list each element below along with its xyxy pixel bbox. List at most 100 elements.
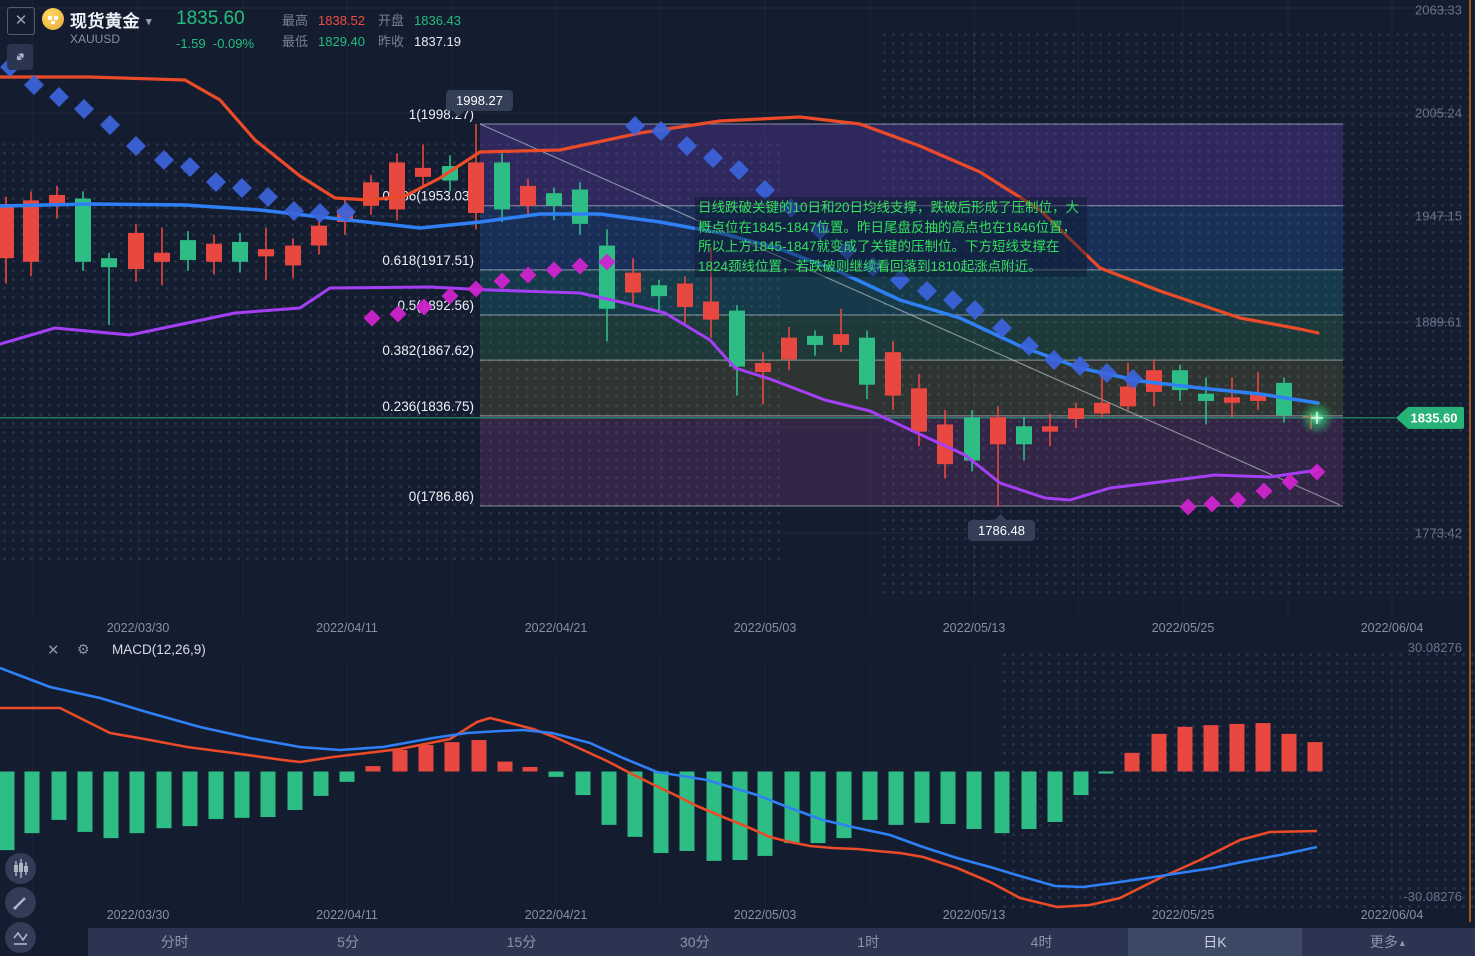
- sar-diamond-magenta: [363, 309, 381, 327]
- macd-histogram-bar: [732, 771, 748, 861]
- candle: [258, 249, 274, 257]
- sar-diamond-blue: [74, 99, 94, 119]
- fib-band: [480, 315, 1343, 361]
- gold-coin-icon: [42, 8, 64, 30]
- chevron-up-icon: ▲: [1397, 938, 1407, 948]
- macd-histogram-bar: [1098, 771, 1114, 774]
- macd-histogram-bar: [208, 771, 224, 820]
- y-axis-label: 1889.61: [1415, 315, 1462, 330]
- macd-histogram-bar: [836, 771, 852, 839]
- macd-settings-button[interactable]: ⚙: [77, 641, 90, 658]
- tab-timeframe-more[interactable]: 更多▲: [1302, 928, 1475, 956]
- y-axis-label: 2063.33: [1415, 3, 1462, 18]
- tab-timeframe-5m[interactable]: 5分: [261, 928, 434, 956]
- macd-histogram-bar: [497, 761, 513, 772]
- macd-histogram-bar: [679, 771, 695, 851]
- x-axis-label: 2022/05/25: [1152, 908, 1215, 922]
- candle: [206, 243, 222, 262]
- sar-diamond-blue: [206, 172, 226, 192]
- x-axis-label: 2022/06/04: [1361, 621, 1424, 635]
- candle: [807, 335, 823, 345]
- candle: [232, 241, 248, 262]
- candle: [1094, 402, 1110, 414]
- macd-histogram-bar: [1203, 725, 1219, 772]
- x-axis-label: 2022/05/25: [1152, 621, 1215, 635]
- candle: [363, 182, 379, 206]
- macd-histogram-bar: [24, 771, 40, 834]
- tab-timeframe-fenshi[interactable]: 分时: [88, 928, 261, 956]
- low-point-label: 1786.48: [968, 514, 1035, 541]
- chevron-down-icon: ▾: [146, 16, 153, 28]
- draw-tool-button[interactable]: [5, 887, 36, 918]
- fib-band: [480, 124, 1343, 206]
- tab-timeframe-30m[interactable]: 30分: [608, 928, 781, 956]
- candle: [154, 252, 170, 262]
- macd-histogram-bar: [940, 771, 956, 825]
- trading-app: { "icons": {"close":"✕","caret_down":"▾"…: [0, 0, 1475, 956]
- fib-level-label: 0.5(1892.56): [397, 298, 474, 313]
- x-axis-label: 2022/06/04: [1361, 908, 1424, 922]
- chart-type-button[interactable]: [5, 853, 36, 884]
- macd-histogram-bar: [548, 771, 564, 777]
- sar-diamond-blue: [258, 187, 278, 207]
- indicator-button[interactable]: [5, 922, 36, 953]
- macd-histogram-bar: [1073, 771, 1089, 796]
- tab-timeframe-1h[interactable]: 1时: [782, 928, 955, 956]
- macd-histogram-bar: [966, 771, 982, 830]
- macd-histogram-bar: [103, 771, 119, 839]
- candle: [546, 193, 562, 206]
- candle: [389, 162, 405, 210]
- macd-histogram-bar: [365, 766, 381, 772]
- symbol-title-dropdown[interactable]: 现货黄金 ▾: [70, 7, 152, 32]
- macd-histogram-bar: [234, 771, 250, 818]
- price-badge-label: 1835.60: [1411, 410, 1458, 425]
- high-point-label: 1998.27: [446, 90, 513, 117]
- x-axis-label: 2022/04/11: [316, 621, 378, 635]
- macd-histogram-bar: [575, 771, 591, 796]
- x-axis-label: 2022/05/03: [734, 908, 797, 922]
- y-axis-label: 2005.24: [1415, 106, 1462, 121]
- macd-histogram-bar: [418, 745, 434, 772]
- macd-panel-chart[interactable]: 30.08276 -30.08276 2022/03/30 2022/04/11 202…: [0, 640, 1475, 930]
- macd-histogram-bar: [339, 771, 355, 782]
- macd-histogram-bar: [1307, 742, 1323, 772]
- gear-icon: ⚙: [77, 641, 90, 657]
- sar-diamond-blue: [232, 178, 252, 198]
- tab-timeframe-4h[interactable]: 4时: [955, 928, 1128, 956]
- close-chart-button[interactable]: ✕: [7, 7, 35, 35]
- macd-histogram-bar: [313, 771, 329, 796]
- pencil-icon: [12, 897, 26, 911]
- macd-histogram-bar: [287, 771, 303, 810]
- candle: [520, 185, 536, 206]
- macd-histogram-bar: [471, 740, 487, 772]
- macd-histogram-bar: [627, 771, 643, 837]
- candle: [729, 310, 745, 367]
- x-axis-label: 2022/04/11: [316, 908, 378, 922]
- candle: [1016, 426, 1032, 445]
- macd-axis-label: 30.08276: [1408, 640, 1462, 655]
- candle: [1068, 408, 1084, 420]
- candle: [833, 334, 849, 345]
- candle: [1042, 426, 1058, 432]
- macd-histogram-bar: [182, 771, 198, 827]
- candle: [755, 362, 771, 373]
- macd-histogram-bar: [757, 771, 773, 856]
- candle: [311, 225, 327, 246]
- tab-timeframe-15m[interactable]: 15分: [435, 928, 608, 956]
- tab-timeframe-daily[interactable]: 日K: [1128, 928, 1302, 956]
- macd-histogram-bar: [862, 771, 878, 820]
- main-price-chart[interactable]: 1(1998.27)0.786(1953.03)0.618(1917.51)0.…: [0, 0, 1475, 640]
- collapse-chart-button[interactable]: [7, 44, 33, 70]
- sar-diamond-blue: [284, 201, 304, 221]
- macd-histogram-bar: [810, 771, 826, 844]
- candlestick-icon: [14, 859, 28, 878]
- symbol-code: XAUUSD: [70, 32, 121, 46]
- candle: [625, 272, 641, 293]
- x-axis-label: 2022/03/30: [107, 908, 170, 922]
- macd-histogram-bar: [1229, 723, 1245, 772]
- macd-close-button[interactable]: ✕: [47, 641, 60, 659]
- y-axis-label: 1947.15: [1415, 209, 1462, 224]
- macd-histogram-bar: [888, 771, 904, 825]
- symbol-title: 现货黄金: [70, 12, 140, 31]
- macd-histogram-bar: [1021, 771, 1037, 830]
